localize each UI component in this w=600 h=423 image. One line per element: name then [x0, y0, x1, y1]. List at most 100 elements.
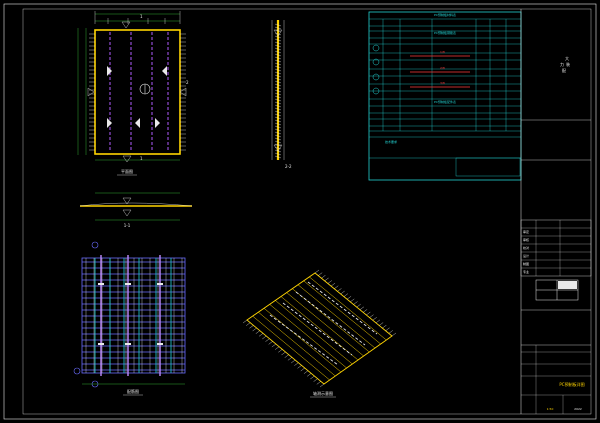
table-red-mark-2: 2/8: [440, 66, 445, 70]
drawing-line: [346, 296, 352, 300]
drawing-line: [340, 290, 345, 295]
axonometric-view-title: 轴测示意图: [313, 390, 333, 396]
reinforcement-slab-outline: [81, 257, 186, 374]
drawing-line: [255, 330, 260, 334]
drawing-line: [268, 341, 273, 345]
title-block: 大 力 装 配 审定 审核 校对 设计 制图 专业 PC预制板详图 1:50 2…: [520, 9, 592, 414]
drawing-line: [388, 330, 393, 334]
drawing-line: [353, 301, 358, 305]
drawing-line: [385, 327, 390, 331]
drawing-line: [258, 333, 264, 337]
drawing-line: [343, 293, 348, 297]
drawing-line: [297, 284, 376, 349]
material-table: PC预制板材料表 PC预制板钢筋表 PC预制板配件表 1/8 2/8 3/8 技…: [368, 11, 522, 181]
table-title-1: PC预制板材料表: [434, 12, 456, 17]
drawing-line: [281, 351, 286, 356]
drawing-line: [356, 303, 361, 308]
drawing-line: [310, 375, 315, 380]
drawing-line: [280, 296, 359, 361]
table-title-3: PC预制板配件表: [434, 99, 456, 104]
drawing-line: [297, 365, 302, 369]
drawing-line: [314, 269, 320, 274]
drawing-line: [291, 359, 296, 364]
drawing-line: [294, 362, 299, 366]
tb-row-5: 制图: [523, 261, 529, 266]
drawing-line: [391, 332, 397, 337]
drawing-line: [252, 327, 257, 332]
title-side-char-2: 力: [560, 61, 564, 67]
drawing-line: [262, 335, 267, 340]
drawing-line: [246, 322, 251, 326]
table-title-2: PC预制板钢筋表: [434, 30, 456, 35]
section-2-2-label: 2-2: [285, 164, 292, 169]
drawing-line: [330, 282, 336, 287]
drawing-line: [249, 325, 254, 329]
drawing-name: PC预制板详图: [559, 381, 584, 387]
reinforcement-view: 配筋图: [73, 241, 186, 396]
tb-row-6: 专业: [523, 269, 529, 274]
tb-row-4: 设计: [523, 253, 529, 258]
section-mark-side: 2: [186, 80, 189, 85]
drawing-line: [363, 309, 368, 313]
drawing-line: [313, 378, 318, 382]
technical-requirements-label: 技术要求: [385, 139, 397, 144]
drawing-line: [319, 383, 325, 388]
title-side-char-1: 大: [565, 55, 569, 61]
tb-row-1: 审定: [523, 229, 529, 234]
drawing-line: [334, 285, 339, 289]
plan-slab-outline: [94, 29, 181, 155]
drawing-date: 2022: [574, 407, 582, 411]
drawing-line: [265, 338, 270, 342]
drawing-line: [303, 280, 381, 345]
section-mark-top: 1: [140, 14, 143, 19]
drawing-line: [321, 275, 326, 279]
plan-view: 平面图 1 1 2: [77, 11, 189, 176]
drawing-line: [324, 277, 329, 282]
drawing-line: [271, 343, 276, 348]
drawing-line: [300, 367, 305, 372]
drawing-line: [286, 292, 364, 357]
drawing-line: [252, 315, 330, 381]
drawing-line: [275, 300, 353, 365]
axis-bubble-top: [91, 241, 99, 249]
drawing-line: [350, 298, 355, 303]
drawing-line: [287, 357, 293, 361]
title-side-char-3: 装: [566, 61, 570, 67]
drawing-line: [372, 317, 377, 321]
section-2-2-view: 2-2: [271, 20, 292, 169]
drawing-line: [337, 288, 342, 292]
drawing-line: [327, 280, 332, 284]
drawing-line: [379, 322, 384, 326]
drawing-line: [274, 346, 280, 350]
drawing-line: [284, 354, 289, 358]
plan-view-title: 平面图: [121, 168, 133, 174]
drawing-line: [369, 314, 374, 318]
drawing-line: [382, 324, 387, 329]
drawing-line: [258, 311, 336, 377]
drawing-scale: 1:50: [547, 407, 554, 411]
drawing-line: [309, 276, 387, 341]
table-red-mark-3: 3/8: [440, 81, 445, 85]
drawing-line: [242, 319, 248, 324]
tb-row-3: 校对: [523, 245, 529, 250]
title-side-char-4: 配: [562, 68, 566, 73]
drawing-line: [278, 349, 283, 353]
drawing-line: [316, 381, 321, 385]
section-mark-bottom: 1: [140, 156, 143, 161]
axis-bubble-bottom-left: [73, 367, 81, 375]
cad-drawing-sheet: 平面图 1 1 2 2-2 1-1 配筋图 轴测示意图 PC预制板材料表 PC预…: [3, 3, 597, 420]
drawing-frame: [3, 3, 597, 420]
drawing-line: [375, 319, 381, 324]
tb-row-2: 审核: [523, 237, 529, 242]
drawing-line: [303, 370, 309, 374]
section-1-1-label: 1-1: [124, 223, 131, 228]
drawing-line: [269, 304, 347, 369]
drawing-line: [307, 373, 312, 377]
section-1-1-view: 1-1: [79, 192, 193, 228]
drawing-line: [359, 306, 365, 310]
drawing-line: [366, 311, 371, 316]
table-red-mark-1: 1/8: [440, 50, 445, 54]
drawing-line: [318, 272, 323, 276]
axonometric-view: 轴测示意图: [242, 269, 397, 398]
reinforcement-view-title: 配筋图: [127, 388, 139, 394]
